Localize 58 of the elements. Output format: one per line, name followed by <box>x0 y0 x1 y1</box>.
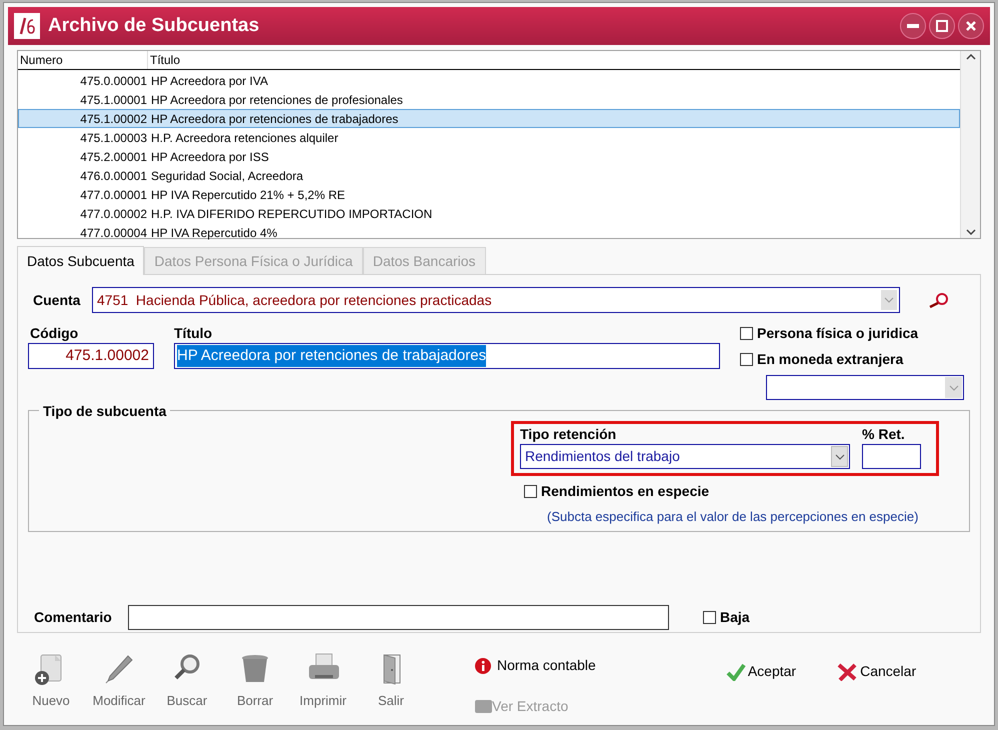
accounting-standard-link[interactable]: Norma contable <box>497 655 596 676</box>
toolbar-button[interactable]: Nuevo <box>17 651 85 710</box>
toolbar-button[interactable]: Modificar <box>85 651 153 710</box>
minimize-icon <box>907 24 919 28</box>
cancel-button[interactable]: Cancelar <box>836 661 916 682</box>
toolbar-button[interactable]: Salir <box>357 651 425 710</box>
column-header[interactable]: Título <box>148 51 960 69</box>
field-label: Cuenta <box>32 290 82 310</box>
retention-percent-field[interactable] <box>862 444 921 469</box>
window-title: Archivo de Subcuentas <box>48 14 260 38</box>
close-button[interactable] <box>958 13 984 39</box>
checkbox[interactable] <box>524 485 537 498</box>
code-field[interactable]: 475.1.00002 <box>28 343 154 369</box>
list-row[interactable]: 475.0.00001 HP Acreedora por IVA <box>18 71 960 90</box>
statement-icon <box>475 700 492 713</box>
close-icon <box>965 20 977 32</box>
field-label: Título <box>174 324 214 343</box>
field-label: Comentario <box>33 608 113 627</box>
cross-icon <box>836 662 858 680</box>
toolbar-button[interactable]: Buscar <box>153 651 221 710</box>
info-icon <box>475 658 491 674</box>
toolbar-button[interactable]: Imprimir <box>289 651 357 710</box>
field-label: Código <box>29 324 80 343</box>
tab[interactable]: Datos Subcuenta <box>17 246 144 275</box>
list-row[interactable]: 475.1.00002 HP Acreedora por retenciones de trabajadores <box>18 109 960 128</box>
checkbox[interactable] <box>740 327 753 340</box>
comment-field[interactable] <box>128 605 669 630</box>
scroll-up-icon[interactable] <box>966 54 976 60</box>
checkbox[interactable] <box>703 611 716 624</box>
account-dropdown[interactable]: 4751 Hacienda Pública, acreedora por retenciones practicadas <box>92 287 900 313</box>
help-note: (Subcta especifica para el valor de las percepciones en especie) <box>547 508 920 526</box>
check-icon <box>726 662 746 680</box>
toolbar-button[interactable]: Borrar <box>221 651 289 710</box>
minimize-button[interactable] <box>900 13 926 39</box>
app-logo-icon <box>14 13 40 39</box>
checkbox-label: Baja <box>720 608 750 627</box>
list-row[interactable]: 477.0.00001 HP IVA Repercutido 21% + 5,2% RE <box>18 185 960 204</box>
checkbox[interactable] <box>740 353 753 366</box>
list-row[interactable]: 477.0.00004 HP IVA Repercutido 4% <box>18 223 960 242</box>
field-label: % Ret. <box>862 425 906 444</box>
checkbox-label: Persona física o juridica <box>757 324 918 343</box>
currency-dropdown[interactable] <box>766 375 964 400</box>
list-row[interactable]: 475.2.00001 HP Acreedora por ISS <box>18 147 960 166</box>
accept-button[interactable]: Aceptar <box>726 661 796 682</box>
title-field[interactable]: HP Acreedora por retenciones de trabajadores <box>174 343 720 369</box>
field-label: Tipo retención <box>520 425 618 444</box>
list-row[interactable]: 477.0.00002 H.P. IVA DIFERIDO REPERCUTIDO IMPORTACION <box>18 204 960 223</box>
list-row[interactable]: 475.1.00003 H.P. Acreedora retenciones alquiler <box>18 128 960 147</box>
retention-type-dropdown[interactable]: Rendimientos del trabajo <box>520 444 850 469</box>
maximize-button[interactable] <box>929 13 955 39</box>
scroll-down-icon[interactable] <box>966 229 976 235</box>
list-row[interactable]: 475.1.00001 HP Acreedora por retenciones de profesionales <box>18 90 960 109</box>
maximize-icon <box>936 20 948 32</box>
checkbox-label: Rendimientos en especie <box>541 482 710 501</box>
scrollbar[interactable] <box>960 51 980 238</box>
list-row[interactable]: 476.0.00001 Seguridad Social, Acreedora <box>18 166 960 185</box>
checkbox-label: En moneda extranjera <box>757 350 904 369</box>
column-header[interactable]: Numero <box>18 51 148 69</box>
